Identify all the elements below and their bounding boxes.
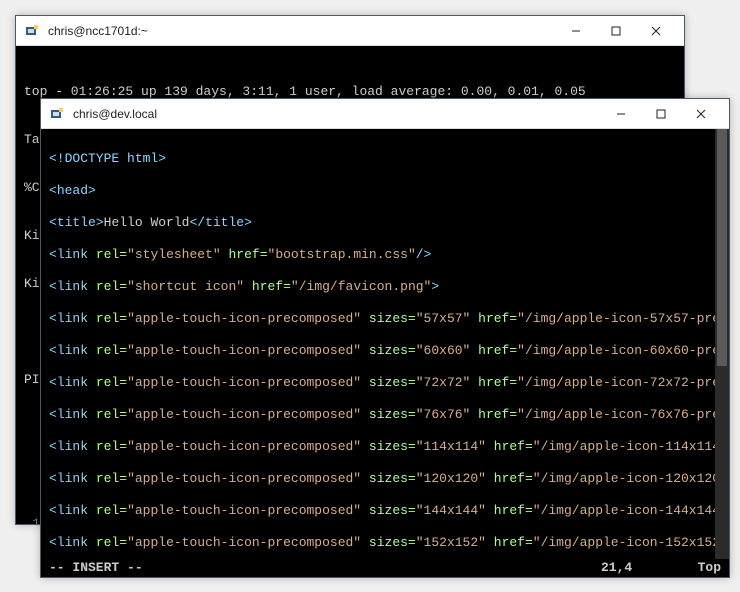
code-line: <link rel="shortcut icon" href="/img/fav… xyxy=(49,279,721,295)
status-pos: 21,4 xyxy=(601,560,681,576)
titlebar-back[interactable]: chris@ncc1701d:~ xyxy=(16,16,684,46)
code-line: <link rel="apple-touch-icon-precomposed"… xyxy=(49,439,721,455)
maximize-button-back[interactable] xyxy=(596,16,636,46)
titlebar-front[interactable]: chris@dev.local xyxy=(41,99,729,129)
status-mode: -- INSERT -- xyxy=(49,560,601,576)
putty-icon xyxy=(24,23,40,39)
close-button-front[interactable] xyxy=(681,99,721,129)
editor-body[interactable]: <!DOCTYPE html> <head> <title>Hello Worl… xyxy=(41,129,729,577)
status-bar: -- INSERT -- 21,4 Top xyxy=(41,559,729,577)
close-button-back[interactable] xyxy=(636,16,676,46)
minimize-button-back[interactable] xyxy=(556,16,596,46)
code-line: <link rel="apple-touch-icon-precomposed"… xyxy=(49,471,721,487)
code-line: <title>Hello World</title> xyxy=(49,215,721,231)
code-line: <link rel="apple-touch-icon-precomposed"… xyxy=(49,343,721,359)
title-back: chris@ncc1701d:~ xyxy=(48,24,556,38)
putty-icon xyxy=(49,106,65,122)
scrollbar[interactable] xyxy=(715,129,729,559)
minimize-button-front[interactable] xyxy=(601,99,641,129)
code-line: <link rel="apple-touch-icon-precomposed"… xyxy=(49,535,721,551)
code-line: <link rel="apple-touch-icon-precomposed"… xyxy=(49,311,721,327)
scrollbar-thumb[interactable] xyxy=(717,129,727,366)
maximize-button-front[interactable] xyxy=(641,99,681,129)
status-scroll: Top xyxy=(681,560,721,576)
terminal-window-front[interactable]: chris@dev.local <!DOCTYPE html> <head> <… xyxy=(40,98,730,578)
code-line: <link rel="apple-touch-icon-precomposed"… xyxy=(49,375,721,391)
code-line: <link rel="stylesheet" href="bootstrap.m… xyxy=(49,247,721,263)
code-line: <link rel="apple-touch-icon-precomposed"… xyxy=(49,503,721,519)
code-line: <link rel="apple-touch-icon-precomposed"… xyxy=(49,407,721,423)
code-line: <!DOCTYPE html> xyxy=(49,151,721,167)
gutter: 1 xyxy=(24,516,40,524)
title-front: chris@dev.local xyxy=(73,107,601,121)
code-line: <head> xyxy=(49,183,721,199)
